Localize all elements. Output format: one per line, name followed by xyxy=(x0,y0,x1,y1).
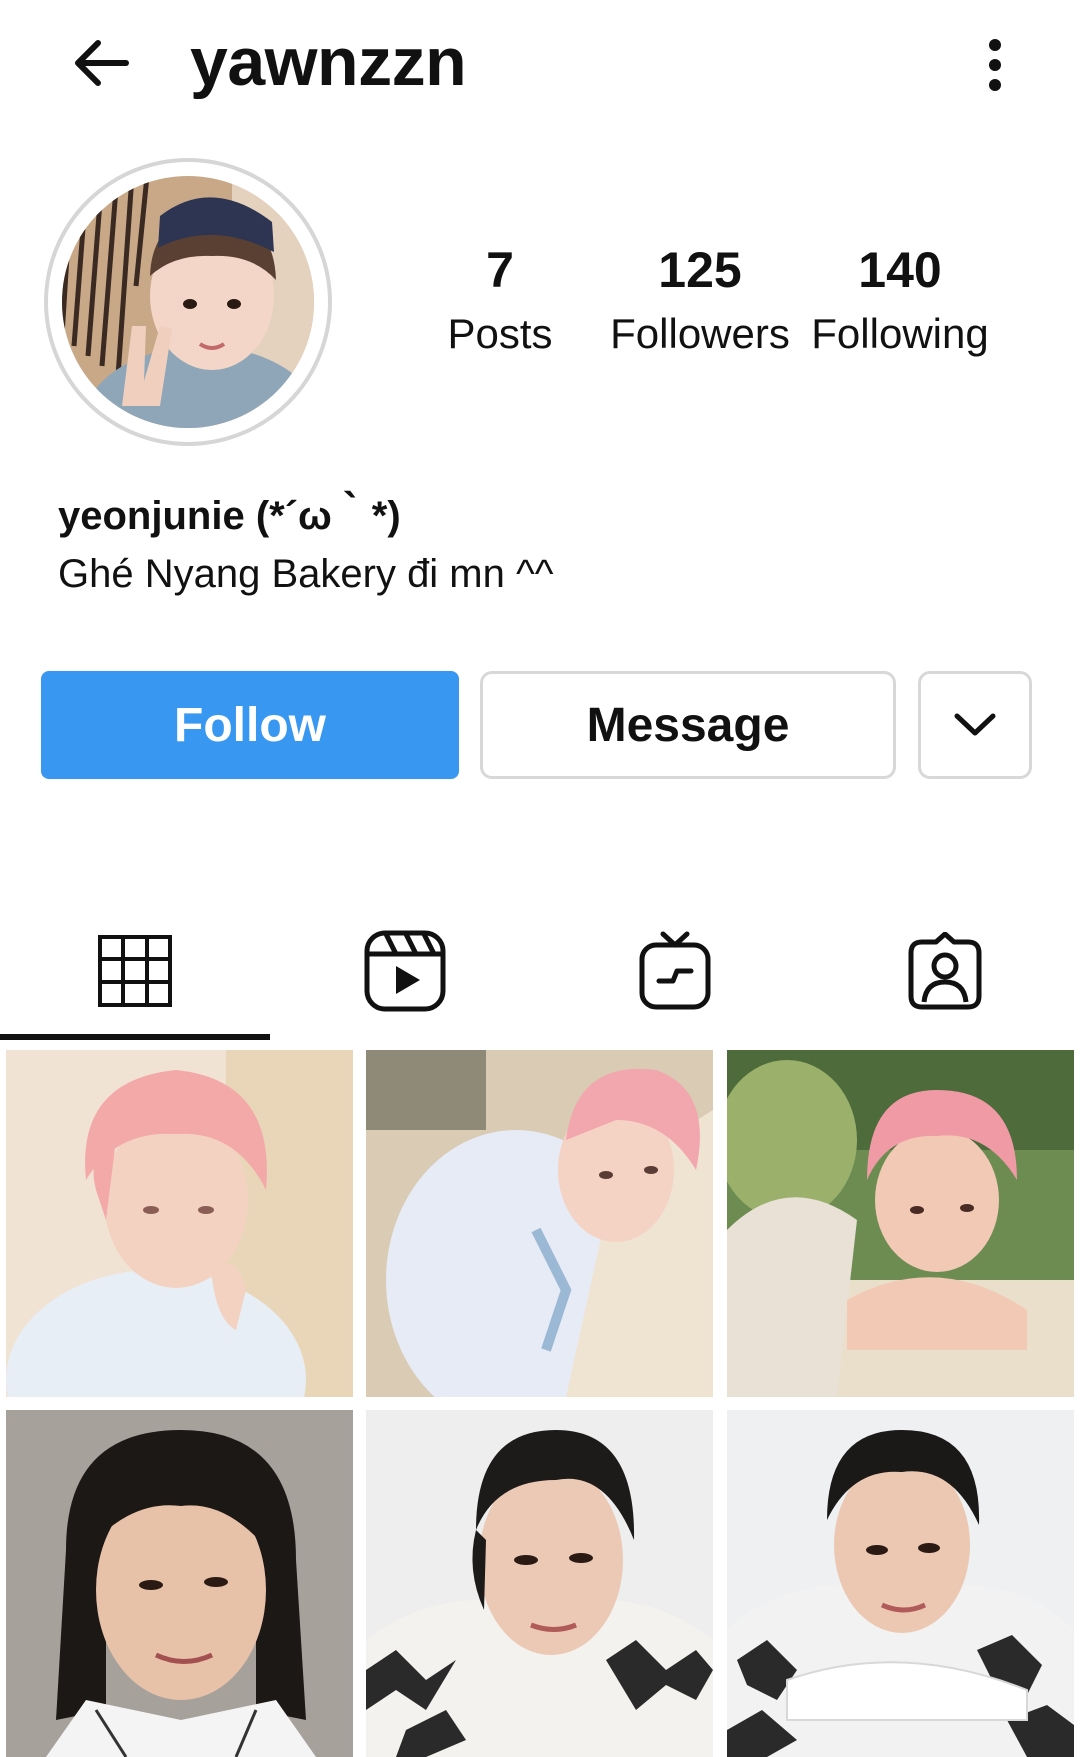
igtv-icon xyxy=(639,931,711,1010)
post-image xyxy=(366,1410,713,1757)
arrow-left-icon xyxy=(75,40,129,86)
display-name: yeonjunie (*´ω｀*) xyxy=(58,494,401,538)
suggested-accounts-button[interactable] xyxy=(918,671,1032,779)
post-thumbnail[interactable] xyxy=(366,1050,713,1397)
tab-igtv[interactable] xyxy=(540,900,810,1042)
post-thumbnail[interactable] xyxy=(727,1410,1074,1757)
profile-header: yawnzzn xyxy=(0,0,1080,130)
followers-label: Followers xyxy=(610,310,790,357)
tab-posts-grid[interactable] xyxy=(0,900,270,1042)
avatar-ring[interactable] xyxy=(44,158,332,446)
posts-count: 7 xyxy=(486,242,514,298)
more-options-button[interactable] xyxy=(960,30,1030,100)
followers-stat[interactable]: 125 Followers xyxy=(600,240,800,364)
post-image xyxy=(6,1050,353,1397)
following-label: Following xyxy=(811,310,989,357)
active-tab-indicator xyxy=(0,1034,270,1040)
back-button[interactable] xyxy=(66,28,136,98)
following-stat[interactable]: 140 Following xyxy=(800,240,1000,364)
tab-tagged[interactable] xyxy=(810,900,1080,1042)
posts-label: Posts xyxy=(447,310,553,357)
following-count: 140 xyxy=(858,242,942,298)
avatar[interactable] xyxy=(62,176,314,428)
post-thumbnail[interactable] xyxy=(6,1050,353,1397)
followers-count: 125 xyxy=(658,242,742,298)
chevron-down-icon xyxy=(954,713,996,736)
post-image xyxy=(727,1410,1074,1757)
post-image xyxy=(366,1050,713,1397)
posts-stat[interactable]: 7 Posts xyxy=(400,240,600,364)
tab-reels[interactable] xyxy=(270,900,540,1042)
post-thumbnail[interactable] xyxy=(366,1410,713,1757)
profile-stats: 7 Posts 125 Followers 140 Following xyxy=(400,240,1040,370)
profile-username: yawnzzn xyxy=(190,24,467,100)
reels-icon xyxy=(364,930,446,1012)
post-image xyxy=(6,1410,353,1757)
follow-button[interactable]: Follow xyxy=(41,671,459,779)
post-thumbnail[interactable] xyxy=(727,1050,1074,1397)
post-thumbnail[interactable] xyxy=(6,1410,353,1757)
avatar-image xyxy=(62,176,314,428)
posts-grid xyxy=(0,1050,1080,1757)
grid-icon xyxy=(98,935,172,1007)
profile-tabs xyxy=(0,900,1080,1042)
more-vertical-icon xyxy=(989,39,1001,91)
bio-text: Ghé Nyang Bakery đi mn ^^ xyxy=(58,552,554,596)
post-image xyxy=(727,1050,1074,1397)
message-button[interactable]: Message xyxy=(480,671,896,779)
tagged-user-icon xyxy=(908,932,982,1010)
